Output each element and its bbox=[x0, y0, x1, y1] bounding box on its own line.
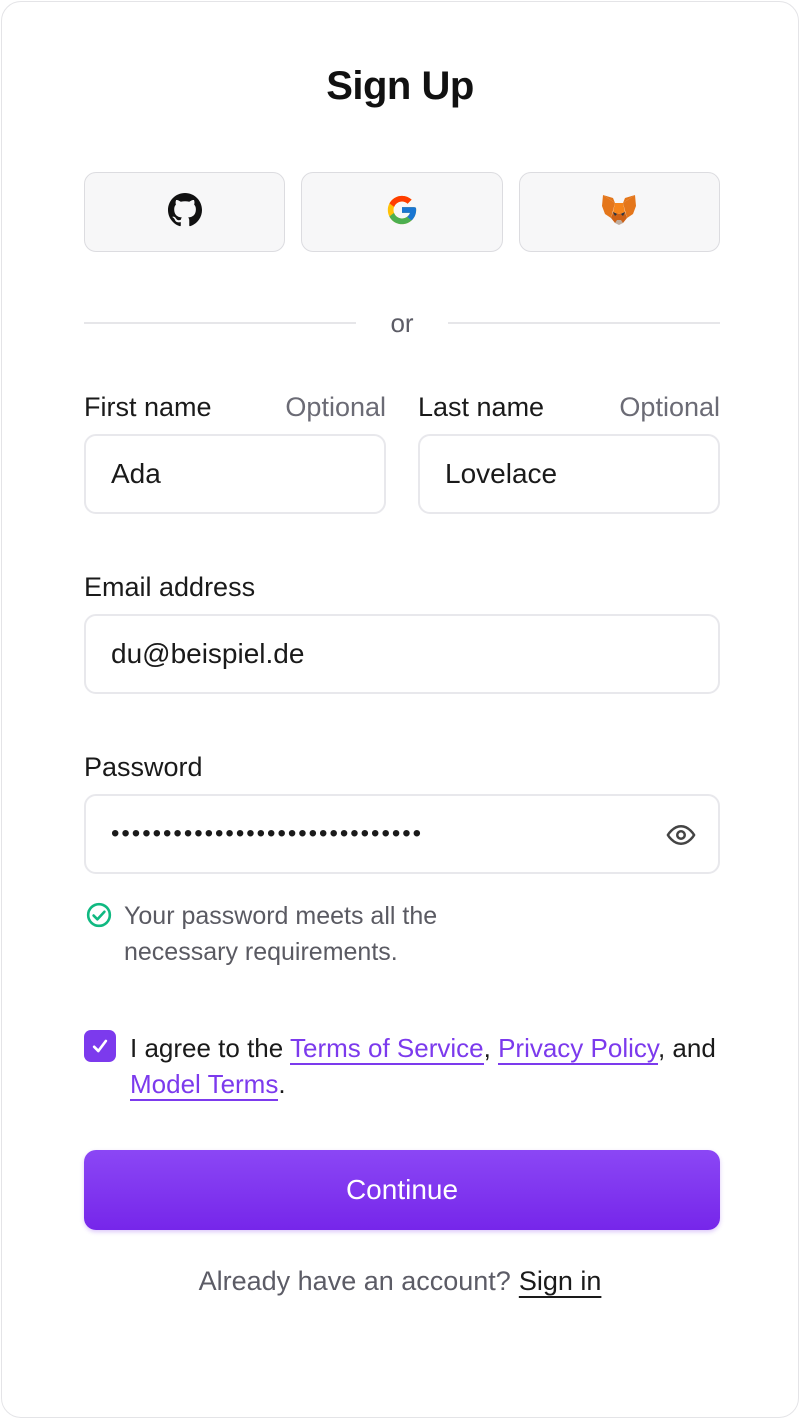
last-name-optional-hint: Optional bbox=[619, 392, 720, 422]
agreement-text: I agree to the Terms of Service, Privacy… bbox=[130, 1030, 720, 1102]
or-divider: or bbox=[84, 302, 720, 344]
email-label: Email address bbox=[84, 572, 256, 602]
last-name-input[interactable]: Lovelace bbox=[418, 434, 720, 514]
agreement-row: I agree to the Terms of Service, Privacy… bbox=[84, 1030, 720, 1102]
sign-in-prompt-text: Already have an account? bbox=[198, 1266, 511, 1296]
show-password-eye-icon[interactable] bbox=[666, 820, 696, 850]
first-name-value: Ada bbox=[111, 458, 161, 489]
github-signin-button[interactable] bbox=[84, 172, 286, 252]
google-signin-button[interactable] bbox=[301, 172, 503, 252]
first-name-label: First name bbox=[84, 392, 212, 422]
google-icon bbox=[385, 193, 419, 232]
password-requirements-note: Your password meets all the necessary re… bbox=[86, 898, 506, 970]
social-login-row bbox=[84, 172, 720, 252]
last-name-label: Last name bbox=[418, 392, 545, 422]
model-terms-link[interactable]: Model Terms bbox=[130, 1069, 279, 1101]
last-name-value: Lovelace bbox=[445, 458, 558, 489]
checkmark-icon bbox=[92, 1039, 108, 1053]
agreement-suffix: . bbox=[278, 1069, 286, 1099]
email-value: du@beispiel.de bbox=[111, 638, 305, 669]
email-input[interactable]: du@beispiel.de bbox=[84, 614, 720, 694]
last-name-label-row: Last name Optional bbox=[418, 392, 720, 423]
sign-up-card: Sign Up or First name Optional Ada Last … bbox=[1, 1, 799, 1418]
continue-button[interactable]: Continue bbox=[84, 1150, 720, 1230]
password-value-masked: •••••••••••••••••••••••••••••• bbox=[111, 820, 424, 847]
first-name-label-row: First name Optional bbox=[84, 392, 386, 423]
password-label-row: Password bbox=[84, 752, 720, 783]
metamask-fox-icon bbox=[601, 194, 637, 231]
password-requirements-text: Your password meets all the necessary re… bbox=[124, 902, 438, 966]
password-label: Password bbox=[84, 752, 203, 782]
agreement-and: , and bbox=[657, 1033, 716, 1063]
terms-of-service-link[interactable]: Terms of Service bbox=[289, 1033, 484, 1065]
github-icon bbox=[167, 192, 202, 232]
email-label-row: Email address bbox=[84, 572, 720, 603]
divider-line-right bbox=[448, 322, 720, 324]
agreement-comma: , bbox=[483, 1033, 491, 1063]
password-input[interactable]: •••••••••••••••••••••••••••••• bbox=[84, 794, 720, 874]
page-title: Sign Up bbox=[326, 64, 474, 108]
metamask-signin-button[interactable] bbox=[518, 172, 720, 252]
check-circle-icon bbox=[86, 902, 112, 970]
sign-in-prompt: Already have an account? Sign in bbox=[2, 1266, 798, 1297]
agreement-prefix: I agree to the bbox=[130, 1033, 290, 1063]
first-name-input[interactable]: Ada bbox=[84, 434, 386, 514]
sign-in-link[interactable]: Sign in bbox=[519, 1266, 602, 1296]
privacy-policy-link[interactable]: Privacy Policy bbox=[498, 1033, 658, 1065]
first-name-optional-hint: Optional bbox=[285, 392, 386, 422]
agree-checkbox[interactable] bbox=[84, 1030, 116, 1062]
